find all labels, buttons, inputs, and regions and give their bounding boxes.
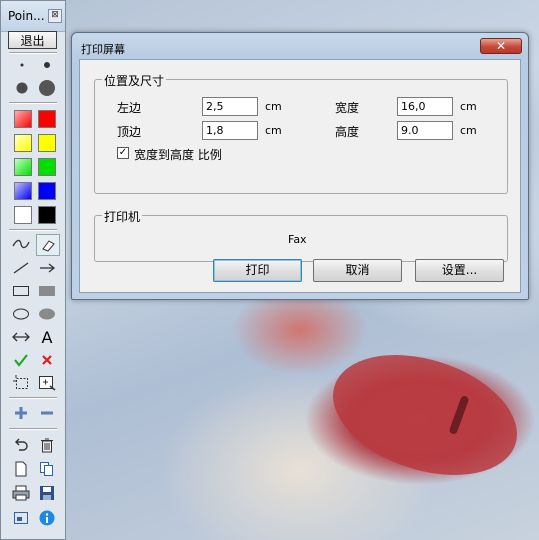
toolbar-title: Poin... (8, 9, 45, 23)
color-yellow-swatch[interactable] (38, 134, 56, 152)
color-blue-light-swatch[interactable] (14, 182, 32, 200)
toolbar-close-button[interactable]: ⊠ (48, 9, 62, 23)
background-violin (317, 333, 533, 497)
trash-icon[interactable] (36, 435, 58, 455)
dot-xlarge-icon[interactable] (36, 78, 58, 98)
height-unit: cm (460, 124, 477, 137)
color-blue-swatch[interactable] (38, 182, 56, 200)
width-input[interactable]: 16,0 (397, 97, 453, 116)
color-green-swatch[interactable] (38, 158, 56, 176)
arrow-icon[interactable] (36, 258, 58, 278)
toolbar-divider (9, 52, 57, 54)
ratio-checkbox[interactable]: ✓ (117, 147, 129, 159)
print-button[interactable]: 打印 (213, 259, 302, 282)
select-region-icon[interactable] (10, 373, 32, 393)
width-label: 宽度 (335, 101, 360, 115)
position-size-group: 位置及尺寸 左边 2,5 cm 宽度 16,0 cm 顶边 1,8 cm 高度 … (94, 72, 508, 194)
eraser-icon[interactable] (36, 234, 60, 256)
screen-icon[interactable] (10, 508, 32, 528)
dialog-title: 打印屏幕 (81, 43, 125, 56)
copy-icon[interactable] (36, 459, 58, 479)
dot-small-icon[interactable] (11, 55, 33, 75)
line-icon[interactable] (10, 258, 32, 278)
width-unit: cm (460, 100, 477, 113)
top-unit: cm (265, 124, 282, 137)
printer-name: Fax (288, 233, 307, 246)
left-input[interactable]: 2,5 (202, 97, 258, 116)
print-screen-dialog: 打印屏幕 ✕ 位置及尺寸 左边 2,5 cm 宽度 16,0 cm 顶边 1,8… (71, 32, 529, 300)
toolbar-titlebar[interactable]: Poin... ⊠ (1, 1, 65, 32)
text-icon[interactable]: A (36, 327, 58, 347)
top-input[interactable]: 1,8 (202, 121, 258, 140)
filled-rectangle-icon[interactable] (36, 281, 58, 301)
print-icon[interactable] (10, 483, 32, 503)
printer-group-label: 打印机 (102, 208, 143, 225)
color-black-swatch[interactable] (38, 206, 56, 224)
new-page-icon[interactable] (10, 459, 32, 479)
color-red-light-swatch[interactable] (14, 110, 32, 128)
cancel-button[interactable]: 取消 (313, 259, 402, 282)
left-unit: cm (265, 100, 282, 113)
color-white-swatch[interactable] (14, 206, 32, 224)
check-icon[interactable] (10, 350, 32, 370)
plus-icon[interactable] (10, 403, 32, 423)
dialog-close-button[interactable]: ✕ (480, 38, 522, 54)
position-size-group-label: 位置及尺寸 (102, 72, 167, 89)
dot-medium-icon[interactable] (36, 55, 58, 75)
toolbar-divider (9, 428, 57, 430)
ratio-label: 宽度到高度 比例 (134, 148, 222, 162)
minus-icon[interactable] (36, 403, 58, 423)
exit-button[interactable]: 退出 (8, 31, 57, 49)
color-yellow-light-swatch[interactable] (14, 134, 32, 152)
freehand-icon[interactable] (10, 234, 32, 254)
top-label: 顶边 (117, 125, 142, 139)
dialog-client-area: 位置及尺寸 左边 2,5 cm 宽度 16,0 cm 顶边 1,8 cm 高度 … (79, 59, 521, 293)
filled-ellipse-icon[interactable] (36, 304, 58, 324)
toolbar-divider (9, 229, 57, 231)
height-label: 高度 (335, 125, 360, 139)
toolbar-divider (9, 397, 57, 399)
height-input[interactable]: 9.0 (397, 121, 453, 140)
printer-group: 打印机 Fax (94, 208, 508, 262)
cross-icon[interactable] (36, 350, 58, 370)
double-arrow-icon[interactable] (10, 327, 32, 347)
save-icon[interactable] (36, 483, 58, 503)
color-red-swatch[interactable] (38, 110, 56, 128)
color-green-light-swatch[interactable] (14, 158, 32, 176)
undo-icon[interactable] (10, 435, 32, 455)
info-icon[interactable] (36, 508, 58, 528)
dot-large-icon[interactable] (11, 78, 33, 98)
left-label: 左边 (117, 101, 142, 115)
rectangle-icon[interactable] (10, 281, 32, 301)
zoom-region-icon[interactable] (36, 373, 58, 393)
settings-button[interactable]: 设置... (415, 259, 504, 282)
toolbar-divider (9, 102, 57, 104)
ellipse-icon[interactable] (10, 304, 32, 324)
